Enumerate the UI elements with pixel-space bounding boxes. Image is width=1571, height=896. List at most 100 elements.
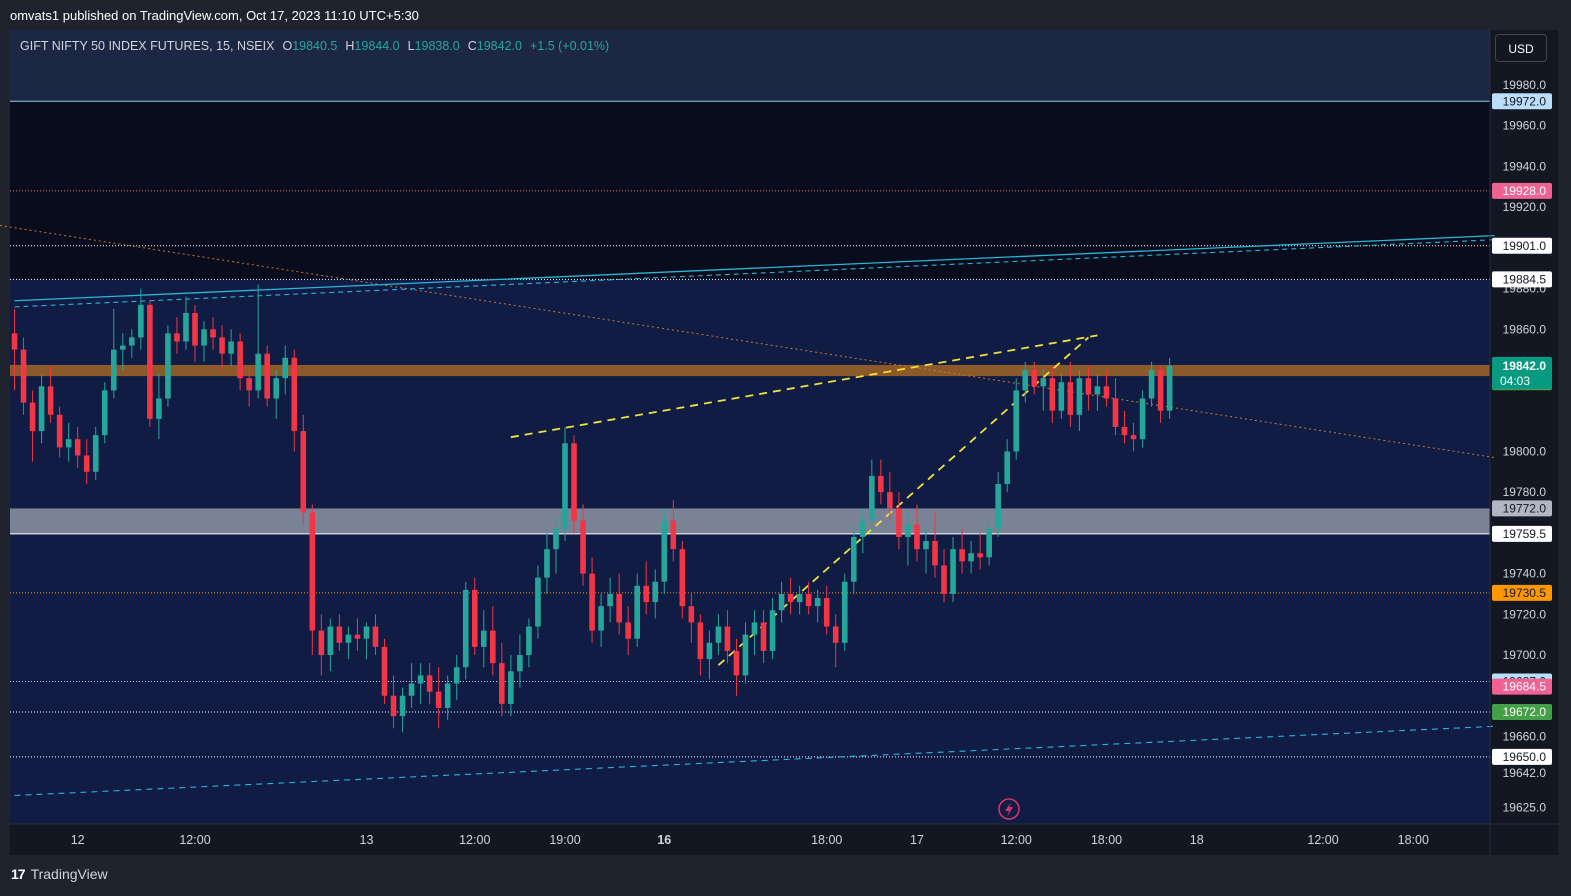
candle-body [796, 593, 803, 603]
candle-body [399, 695, 406, 717]
price-tick: 19740.0 [1503, 567, 1547, 581]
last-price-badge: 19842.004:03 [1492, 356, 1552, 389]
candle-body [860, 520, 866, 537]
candle-body [499, 663, 505, 704]
candle-body [905, 524, 911, 537]
candle-body [65, 439, 72, 448]
candle-body [1004, 451, 1010, 485]
candle-body [327, 626, 334, 656]
candle-body [517, 655, 523, 672]
candle-body [318, 630, 325, 656]
candle-body [1013, 390, 1020, 452]
candle-body [544, 549, 550, 578]
price-badge-19672.0: 19672.0 [1492, 704, 1552, 721]
candle-body [932, 541, 938, 566]
candle-body [417, 675, 424, 684]
candle-body [580, 520, 586, 574]
candle-body [490, 630, 496, 664]
candle-body [841, 581, 848, 643]
candle-10 [101, 382, 108, 444]
candle-body [508, 671, 514, 704]
candle-body [1103, 386, 1110, 399]
tradingview-logo[interactable]: 17 TradingView [11, 866, 108, 882]
price-badge-19972.0: 19972.0 [1492, 93, 1552, 110]
price-chart[interactable]: 19980.019960.019940.019920.019880.019860… [0, 0, 1571, 896]
candle-body [309, 512, 316, 631]
candle-body [174, 333, 180, 342]
candle-body [11, 333, 18, 350]
candle-body [336, 626, 343, 643]
candle-body [435, 691, 442, 708]
candle-body [715, 626, 722, 643]
candle-72 [661, 508, 668, 594]
price-tick: 19800.0 [1503, 444, 1547, 458]
price-badge-label: 19684.5 [1503, 680, 1547, 694]
candle-body [381, 646, 388, 696]
zones-layer [10, 30, 1490, 824]
candle-body [634, 585, 640, 639]
candle-body [733, 650, 740, 676]
price-badge-label: 19772.0 [1503, 501, 1547, 515]
legend-close-label: C [467, 39, 477, 53]
price-badge-19730.5: 19730.5 [1492, 584, 1552, 601]
price-tick: 19720.0 [1503, 607, 1547, 621]
candle-body [1166, 365, 1173, 411]
candle-body [643, 585, 650, 603]
legend-close: 19842.0 [476, 39, 522, 53]
price-badge-19884.5: 19884.5 [1492, 271, 1552, 288]
price-tick: 19860.0 [1503, 322, 1547, 336]
price-badge-label: 19928.0 [1503, 184, 1547, 198]
price-tick: 19980.0 [1503, 78, 1547, 92]
candle-body [1094, 386, 1101, 395]
candle-body [47, 386, 54, 415]
candle-body [363, 626, 370, 639]
tradingview-logo-text: TradingView [30, 866, 108, 882]
zone-1 [10, 101, 1490, 280]
candle-body [147, 304, 153, 419]
currency-button[interactable]: USD [1495, 34, 1547, 62]
candle-body [444, 683, 451, 708]
time-tick: 12:00 [459, 833, 490, 847]
time-tick: 12 [71, 833, 85, 847]
candle-111 [1013, 378, 1020, 460]
candle-body [426, 675, 433, 692]
candle-body [228, 341, 234, 354]
candle-32 [300, 414, 307, 525]
candle-128 [1166, 357, 1173, 419]
zone-3 [10, 364, 1490, 377]
candle-body [480, 630, 487, 647]
price-badge-19928.0: 19928.0 [1492, 182, 1552, 199]
candle-body [453, 667, 460, 684]
candle-body [345, 634, 352, 643]
candle-body [923, 541, 929, 550]
candle-body [706, 642, 713, 660]
price-badge-19772.0: 19772.0 [1492, 500, 1552, 517]
candle-body [92, 435, 99, 472]
time-tick: 19:00 [549, 833, 580, 847]
candle-body [1085, 378, 1092, 395]
candle-body [562, 443, 568, 529]
candle-body [1067, 382, 1074, 415]
price-tick: 19940.0 [1503, 159, 1547, 173]
price-badge-label: 19884.5 [1503, 272, 1547, 286]
candle-body [219, 337, 225, 354]
candle-body [589, 573, 595, 631]
time-tick: 18:00 [811, 833, 842, 847]
candle-17 [165, 325, 171, 407]
candle-body [255, 353, 261, 391]
price-tick: 19642.0 [1503, 766, 1547, 780]
candle-body [291, 357, 298, 432]
candle-body [769, 610, 776, 651]
time-axis: 12 12:00 13 12:00 19:00 16 18:00 17 12:00 18:00 18… [71, 833, 1429, 847]
candle-body [246, 378, 252, 391]
candle-body [1121, 427, 1128, 436]
candle-body [408, 683, 415, 696]
candle-body [471, 589, 478, 647]
candle-body [914, 524, 920, 550]
price-badge-label: 19672.0 [1503, 705, 1547, 719]
price-badge-19901.0: 19901.0 [1492, 237, 1552, 254]
zone-2 [10, 279, 1490, 824]
price-badge-label: 19972.0 [1503, 94, 1547, 108]
time-tick: 13 [360, 833, 374, 847]
candle-body [1112, 398, 1119, 427]
